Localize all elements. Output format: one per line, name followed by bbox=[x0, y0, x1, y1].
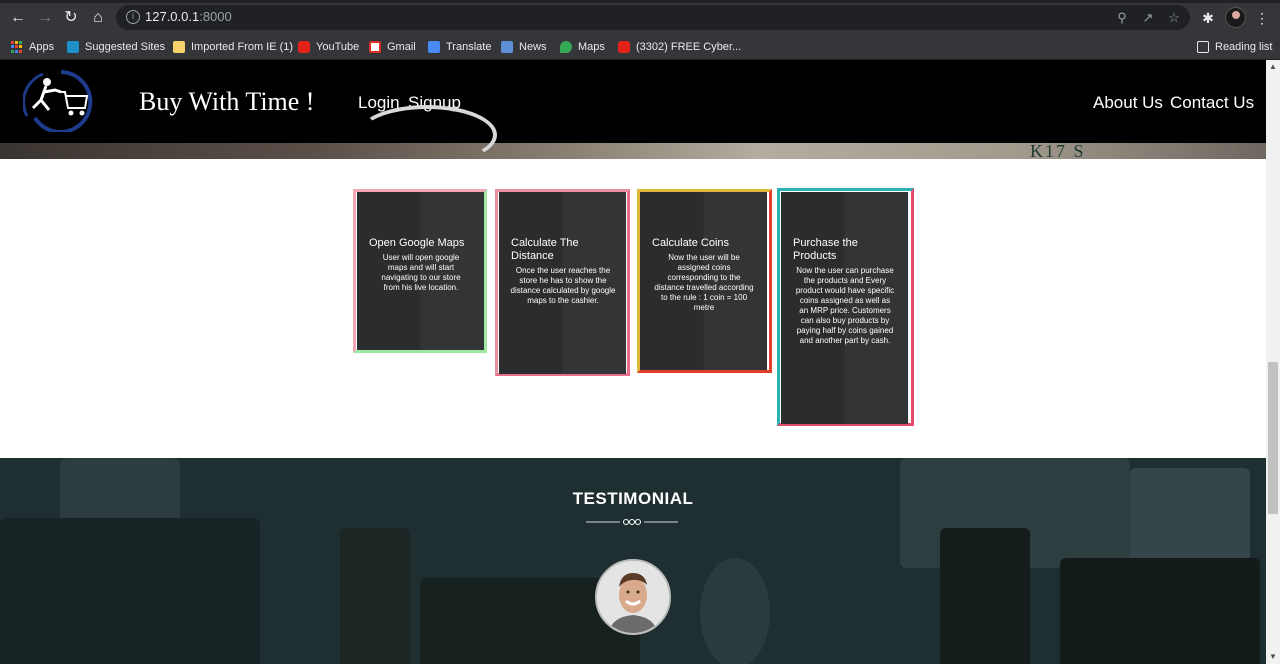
bookmark-news[interactable]: News bbox=[501, 38, 547, 56]
folder-icon bbox=[173, 41, 185, 53]
testimonial-avatar bbox=[595, 559, 671, 635]
bg-table-shape bbox=[700, 558, 770, 664]
bookmark-label: Imported From IE (1) bbox=[191, 41, 294, 53]
reading-list-icon bbox=[1197, 41, 1209, 53]
forward-icon[interactable]: → bbox=[35, 8, 55, 28]
bookmark-suggested-sites[interactable]: Suggested Sites bbox=[67, 38, 165, 56]
youtube-icon bbox=[298, 41, 310, 53]
bookmark-label: Gmail bbox=[387, 41, 416, 53]
bookmark-label: YouTube bbox=[316, 41, 360, 53]
testimonial-section: TESTIMONIAL bbox=[0, 458, 1266, 664]
home-icon[interactable]: ⌂ bbox=[88, 8, 108, 28]
bookmark-free-cyber[interactable]: (3302) FREE Cyber... bbox=[618, 38, 741, 56]
testimonial-title: TESTIMONIAL bbox=[572, 489, 694, 508]
shopping-cart-logo-icon[interactable] bbox=[22, 68, 93, 134]
bookmark-label: (3302) FREE Cyber... bbox=[636, 41, 742, 53]
apps-grid-icon bbox=[11, 41, 23, 53]
menu-kebab-icon[interactable]: ⋮ bbox=[1252, 8, 1272, 28]
step-card-title: Purchase the Products bbox=[793, 237, 858, 262]
news-icon bbox=[501, 41, 513, 53]
bookmark-label: News bbox=[519, 41, 547, 53]
profile-avatar[interactable] bbox=[1225, 7, 1246, 28]
page-viewport: Buy With Time ! Login Signup About Us Co… bbox=[0, 60, 1266, 664]
nav-about-link[interactable]: About Us bbox=[1093, 93, 1163, 113]
extensions-puzzle-icon[interactable]: ✱ bbox=[1198, 8, 1218, 28]
translate-icon bbox=[428, 41, 440, 53]
bg-person-shape bbox=[1060, 558, 1260, 664]
scrollbar-thumb[interactable] bbox=[1268, 362, 1278, 514]
bookmark-label: Translate bbox=[446, 41, 492, 53]
step-card-2: Calculate The Distance Once the user rea… bbox=[499, 192, 626, 374]
bookmark-translate[interactable]: Translate bbox=[428, 38, 491, 56]
zoom-icon[interactable]: ⚲ bbox=[1114, 10, 1130, 26]
share-icon[interactable]: ↗ bbox=[1140, 10, 1156, 26]
banner-arc-shape bbox=[357, 105, 497, 165]
ornament-divider-icon bbox=[586, 519, 678, 525]
nav-contact-link[interactable]: Contact Us bbox=[1170, 93, 1254, 113]
scroll-down-arrow-icon[interactable]: ▼ bbox=[1266, 650, 1280, 664]
reading-list-button[interactable]: Reading list bbox=[1197, 38, 1272, 56]
bookmark-gmail[interactable]: Gmail bbox=[369, 38, 416, 56]
bg-person-shape bbox=[940, 528, 1030, 664]
brand-title[interactable]: Buy With Time ! bbox=[139, 87, 314, 117]
step-card-body: Now the user can purchase the products a… bbox=[795, 266, 895, 345]
bookmark-label: Maps bbox=[578, 41, 605, 53]
step-card-body: User will open google maps and will star… bbox=[381, 253, 461, 292]
tab-strip bbox=[0, 0, 1280, 3]
step-card-body: Now the user will be assigned coins corr… bbox=[654, 253, 754, 312]
youtube-icon bbox=[618, 41, 630, 53]
step-card-title: Calculate Coins bbox=[652, 237, 730, 249]
hero-banner-image: K17 S bbox=[0, 105, 1266, 165]
back-icon[interactable]: ← bbox=[8, 8, 28, 28]
bookmark-label: Suggested Sites bbox=[85, 41, 166, 53]
bookmark-label: Apps bbox=[29, 41, 55, 53]
bg-table-shape bbox=[0, 518, 260, 664]
bookmarks-bar: Apps Suggested Sites Imported From IE (1… bbox=[0, 35, 1280, 60]
step-card-title: Calculate The Distance bbox=[511, 237, 579, 262]
bookmark-star-icon[interactable]: ☆ bbox=[1166, 10, 1182, 26]
site-info-icon[interactable]: i bbox=[126, 10, 140, 24]
scroll-up-arrow-icon[interactable]: ▲ bbox=[1266, 60, 1280, 74]
url-text[interactable]: 127.0.0.1:8000 bbox=[145, 9, 232, 24]
bg-person-shape bbox=[340, 528, 410, 664]
bookmark-imported-ie[interactable]: Imported From IE (1) bbox=[173, 38, 293, 56]
page-scrollbar[interactable]: ▲ ▼ bbox=[1266, 60, 1280, 664]
bookmark-apps[interactable]: Apps bbox=[11, 38, 54, 56]
banner-money-text: K17 S bbox=[1030, 141, 1086, 161]
step-card-3: Calculate Coins Now the user will be ass… bbox=[640, 192, 767, 370]
step-card-body: Once the user reaches the store he has t… bbox=[510, 266, 616, 305]
maps-icon bbox=[560, 41, 572, 53]
gmail-icon bbox=[369, 41, 381, 53]
bookmark-maps[interactable]: Maps bbox=[560, 38, 605, 56]
address-bar[interactable]: i 127.0.0.1:8000 ⚲ ↗ ☆ bbox=[116, 5, 1190, 30]
site-header: Buy With Time ! Login Signup About Us Co… bbox=[0, 60, 1266, 143]
bing-icon bbox=[67, 41, 79, 53]
reading-list-label: Reading list bbox=[1215, 41, 1273, 53]
step-card-1: Open Google Maps User will open google m… bbox=[357, 192, 484, 350]
bookmark-youtube[interactable]: YouTube bbox=[298, 38, 359, 56]
browser-toolbar: ← → ↻ ⌂ i 127.0.0.1:8000 ⚲ ↗ ☆ ✱ ⋮ bbox=[0, 0, 1280, 35]
reload-icon[interactable]: ↻ bbox=[61, 8, 81, 28]
step-card-4: Purchase the Products Now the user can p… bbox=[781, 192, 908, 424]
step-card-title: Open Google Maps bbox=[369, 237, 465, 249]
